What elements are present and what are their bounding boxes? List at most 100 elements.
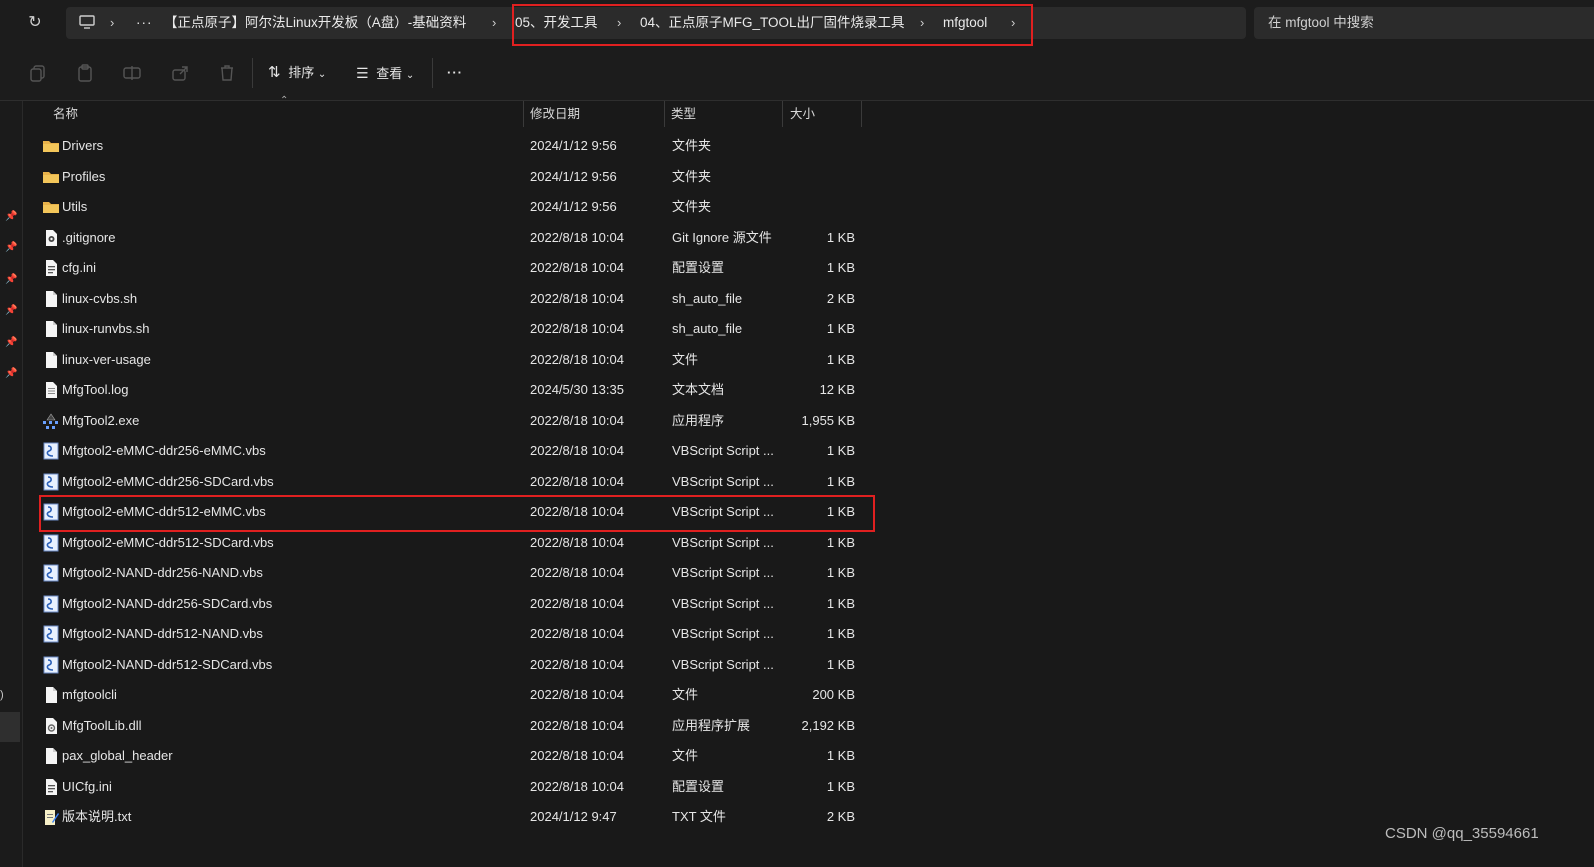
file-modified-date: 2024/1/12 9:56 bbox=[530, 168, 617, 184]
pin-icon[interactable]: 📌 bbox=[5, 274, 17, 286]
exe-icon bbox=[42, 412, 60, 430]
file-size: 1 KB bbox=[826, 656, 855, 672]
computer-icon[interactable] bbox=[78, 13, 96, 31]
txt-file-icon bbox=[42, 808, 60, 826]
file-row[interactable]: linux-ver-usage 2022/8/18 10:04 文件 1 KB bbox=[39, 345, 879, 375]
highlight-box-breadcrumb bbox=[512, 4, 1033, 46]
vbs-script-icon bbox=[42, 473, 60, 491]
paste-icon[interactable] bbox=[75, 63, 95, 83]
file-row[interactable]: Mfgtool2-NAND-ddr512-NAND.vbs 2022/8/18 1… bbox=[39, 619, 879, 649]
breadcrumb-overflow[interactable]: ··· bbox=[136, 7, 153, 39]
file-name: linux-ver-usage bbox=[62, 351, 151, 367]
column-separator[interactable] bbox=[861, 101, 862, 127]
file-modified-date: 2022/8/18 10:04 bbox=[530, 412, 624, 428]
file-type: 文件夹 bbox=[672, 168, 712, 184]
file-name: linux-cvbs.sh bbox=[62, 290, 138, 306]
file-row[interactable]: Mfgtool2-eMMC-ddr256-eMMC.vbs 2022/8/18 1… bbox=[39, 436, 879, 466]
sort-label: 排序 bbox=[288, 65, 315, 80]
dll-file-icon bbox=[42, 717, 60, 735]
file-type: 应用程序 bbox=[672, 412, 725, 428]
file-icon bbox=[42, 747, 60, 765]
column-header-size[interactable]: 大小 bbox=[790, 101, 815, 127]
file-type: 文件夹 bbox=[672, 199, 712, 214]
nav-item-selected[interactable] bbox=[0, 712, 20, 742]
file-type: VBScript Script ... bbox=[672, 443, 774, 458]
copy-icon[interactable] bbox=[28, 63, 48, 83]
file-icon bbox=[42, 290, 60, 308]
file-type: VBScript Script ... bbox=[672, 534, 774, 550]
rename-icon[interactable] bbox=[122, 63, 142, 83]
file-icon bbox=[42, 351, 60, 369]
file-type: 文件 bbox=[672, 748, 699, 763]
column-separator[interactable] bbox=[523, 101, 524, 127]
file-name: Mfgtool2-NAND-ddr512-SDCard.vbs bbox=[62, 656, 273, 672]
pin-icon[interactable]: 📌 bbox=[5, 305, 17, 317]
file-row[interactable]: linux-runvbs.sh 2022/8/18 10:04 sh_auto_fi… bbox=[39, 314, 879, 344]
file-row[interactable]: 版本说明.txt 2024/1/12 9:47 TXT 文件 2 KB bbox=[39, 802, 879, 832]
file-row[interactable]: Profiles 2024/1/12 9:56 文件夹 bbox=[39, 162, 879, 192]
file-row[interactable]: mfgtoolcli 2022/8/18 10:04 文件 200 KB bbox=[39, 680, 879, 710]
file-row[interactable]: linux-cvbs.sh 2022/8/18 10:04 sh_auto_file… bbox=[39, 284, 879, 314]
file-type: Git Ignore 源文件 bbox=[672, 229, 772, 245]
file-modified-date: 2024/1/12 9:56 bbox=[530, 138, 617, 153]
pin-icon[interactable]: 📌 bbox=[5, 211, 17, 223]
file-name: Mfgtool2-eMMC-ddr512-SDCard.vbs bbox=[62, 534, 274, 550]
sort-button[interactable]: ⇅ 排序 ⌄ bbox=[268, 60, 326, 86]
file-row[interactable]: MfgTool.log 2024/5/30 13:35 文本文档 12 KB bbox=[39, 375, 879, 405]
file-name: Profiles bbox=[62, 168, 106, 184]
sort-ascending-icon: ⌃ bbox=[280, 95, 289, 106]
file-name: Mfgtool2-eMMC-ddr256-eMMC.vbs bbox=[62, 443, 266, 458]
column-separator[interactable] bbox=[664, 101, 665, 127]
file-name: 版本说明.txt bbox=[62, 809, 132, 824]
column-header-date[interactable]: 修改日期 bbox=[530, 101, 580, 127]
file-name: Mfgtool2-NAND-ddr512-NAND.vbs bbox=[62, 626, 263, 641]
file-name: UICfg.ini bbox=[62, 778, 112, 794]
file-type: 文件 bbox=[672, 351, 699, 367]
chevron-right-icon[interactable]: › bbox=[492, 7, 496, 39]
file-modified-date: 2024/1/12 9:47 bbox=[530, 809, 617, 824]
search-input[interactable]: 在 mfgtool 中搜索 bbox=[1254, 7, 1594, 39]
file-row[interactable]: MfgToolLib.dll 2022/8/18 10:04 应用程序扩展 2,192… bbox=[39, 711, 879, 741]
column-header-type[interactable]: 类型 bbox=[671, 101, 696, 127]
file-type: 配置设置 bbox=[672, 778, 725, 794]
file-size: 1 KB bbox=[826, 321, 855, 336]
file-row[interactable]: UICfg.ini 2022/8/18 10:04 配置设置 1 KB bbox=[39, 772, 879, 802]
delete-icon[interactable] bbox=[217, 63, 237, 83]
chevron-right-icon[interactable]: › bbox=[110, 7, 114, 39]
file-row[interactable]: Mfgtool2-eMMC-ddr512-SDCard.vbs 2022/8/18… bbox=[39, 528, 879, 558]
file-row[interactable]: Mfgtool2-NAND-ddr512-SDCard.vbs 2022/8/18… bbox=[39, 650, 879, 680]
column-header-name[interactable]: 名称 bbox=[53, 101, 78, 127]
file-type: TXT 文件 bbox=[672, 809, 726, 824]
refresh-icon[interactable]: ↻ bbox=[24, 12, 46, 34]
file-row[interactable]: pax_global_header 2022/8/18 10:04 文件 1 KB bbox=[39, 741, 879, 771]
file-row[interactable]: Mfgtool2-NAND-ddr256-NAND.vbs 2022/8/18 1… bbox=[39, 558, 879, 588]
file-icon bbox=[42, 320, 60, 338]
pin-icon[interactable]: 📌 bbox=[5, 368, 17, 380]
file-row[interactable]: Mfgtool2-NAND-ddr256-SDCard.vbs 2022/8/18… bbox=[39, 589, 879, 619]
file-size: 2 KB bbox=[826, 809, 855, 824]
view-label: 查看 bbox=[376, 66, 403, 81]
file-row[interactable]: Drivers 2024/1/12 9:56 文件夹 bbox=[39, 131, 879, 161]
file-name: pax_global_header bbox=[62, 748, 173, 763]
settings-file-icon bbox=[42, 259, 60, 277]
file-row[interactable]: .gitignore 2022/8/18 10:04 Git Ignore 源文件 1… bbox=[39, 223, 879, 253]
breadcrumb-item-root[interactable]: 【正点原子】阿尔法Linux开发板（A盘）-基础资料 bbox=[164, 7, 466, 39]
settings-file-icon bbox=[42, 778, 60, 796]
vbs-script-icon bbox=[42, 625, 60, 643]
file-row[interactable]: cfg.ini 2022/8/18 10:04 配置设置 1 KB bbox=[39, 253, 879, 283]
file-row[interactable]: Mfgtool2-eMMC-ddr256-SDCard.vbs 2022/8/18… bbox=[39, 467, 879, 497]
file-name: Utils bbox=[62, 199, 88, 214]
file-modified-date: 2022/8/18 10:04 bbox=[530, 229, 624, 245]
more-options-button[interactable]: ··· bbox=[447, 60, 463, 86]
file-row[interactable]: Utils 2024/1/12 9:56 文件夹 bbox=[39, 192, 879, 222]
view-button[interactable]: ☰ 查看 ⌄ bbox=[356, 60, 414, 86]
file-size: 1 KB bbox=[826, 351, 855, 367]
share-icon[interactable] bbox=[170, 63, 190, 83]
file-size: 1 KB bbox=[826, 443, 855, 458]
pin-icon[interactable]: 📌 bbox=[5, 337, 17, 349]
column-separator[interactable] bbox=[782, 101, 783, 127]
file-modified-date: 2022/8/18 10:04 bbox=[530, 351, 624, 367]
file-type: 文件 bbox=[672, 687, 699, 702]
file-row[interactable]: MfgTool2.exe 2022/8/18 10:04 应用程序 1,955 KB bbox=[39, 406, 879, 436]
pin-icon[interactable]: 📌 bbox=[5, 242, 17, 254]
